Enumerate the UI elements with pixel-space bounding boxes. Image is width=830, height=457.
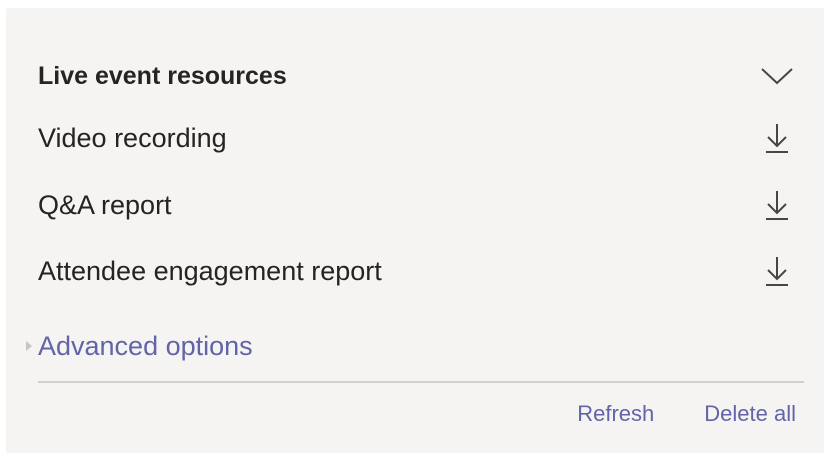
divider: [38, 381, 804, 383]
delete-all-button[interactable]: Delete all: [704, 401, 796, 427]
caret-right-icon: [20, 340, 38, 352]
panel-header: Live event resources: [38, 56, 794, 96]
download-icon[interactable]: [760, 185, 794, 225]
live-event-resources-panel: Live event resources Video recording Q&A…: [6, 8, 824, 453]
panel-title: Live event resources: [38, 61, 287, 90]
resource-item-label: Attendee engagement report: [38, 255, 382, 286]
resource-item-qa-report: Q&A report: [38, 183, 794, 227]
resource-item-label: Video recording: [38, 122, 227, 153]
resource-item-video-recording: Video recording: [38, 116, 794, 160]
advanced-options-toggle[interactable]: Advanced options: [20, 324, 253, 368]
refresh-button[interactable]: Refresh: [577, 401, 654, 427]
resource-item-label: Q&A report: [38, 189, 172, 220]
download-icon[interactable]: [760, 118, 794, 158]
download-icon[interactable]: [760, 251, 794, 291]
resource-item-attendee-engagement-report: Attendee engagement report: [38, 249, 794, 293]
chevron-down-icon[interactable]: [760, 59, 794, 93]
panel-footer: Refresh Delete all: [577, 394, 796, 434]
advanced-options-label: Advanced options: [38, 330, 253, 361]
